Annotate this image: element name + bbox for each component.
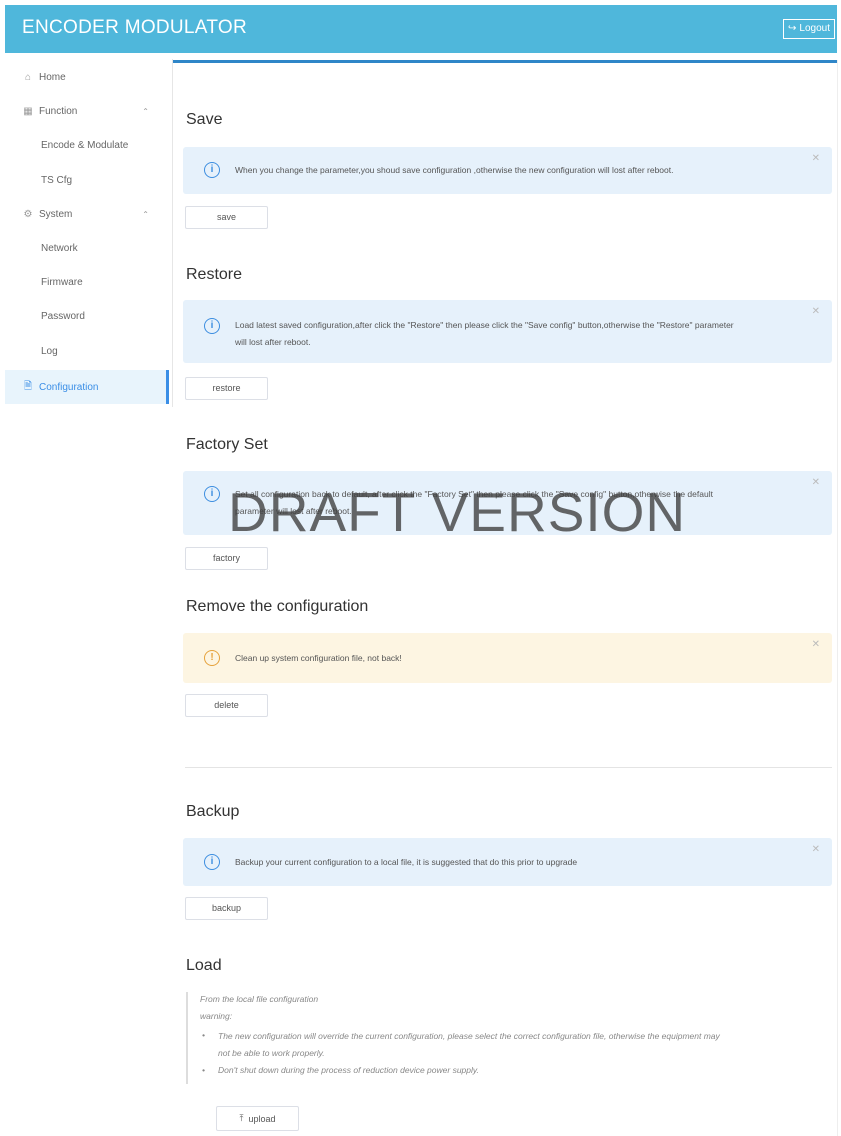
section-title-save: Save (186, 111, 223, 128)
sidebar-item-label: TS Cfg (41, 174, 73, 186)
warning-icon: ! (204, 650, 220, 666)
close-icon[interactable]: ✕ (812, 639, 820, 650)
backup-alert: i Backup your current configuration to a… (183, 838, 832, 886)
upload-icon: ⤒ (239, 1113, 244, 1123)
alert-text: Clean up system configuration file, not … (235, 653, 402, 663)
sidebar-item-label: Configuration (39, 381, 99, 393)
document-icon: 🗎 (23, 380, 33, 392)
remove-alert: ! Clean up system configuration file, no… (183, 633, 832, 683)
section-title-factory: Factory Set (186, 436, 268, 453)
sidebar: ⌂ Home ▦ Function ⌃ Encode & Modulate TS… (5, 59, 173, 407)
sidebar-item-label: Function (39, 105, 78, 117)
home-icon: ⌂ (24, 71, 32, 83)
grid-icon: ▦ (23, 105, 33, 117)
bullet-icon: • (202, 1030, 205, 1040)
chevron-up-icon: ⌃ (142, 209, 149, 219)
section-title-restore: Restore (186, 266, 243, 283)
sidebar-item-label: Password (41, 310, 85, 322)
sidebar-item-label: Firmware (41, 276, 83, 288)
load-line: From the local file configuration (200, 994, 319, 1004)
alert-text-line2: will lost after reboot. (235, 337, 311, 347)
sidebar-item-log[interactable]: Log (5, 334, 167, 368)
load-warning-label: warning: (200, 1011, 233, 1021)
sidebar-item-home[interactable]: ⌂ Home (5, 60, 167, 94)
close-icon[interactable]: ✕ (812, 477, 820, 488)
section-title-load: Load (186, 957, 222, 974)
restore-button[interactable]: restore (185, 377, 268, 400)
restore-alert: i Load latest saved configuration,after … (183, 300, 832, 363)
load-bullet-text: The new configuration will override the … (218, 1031, 720, 1041)
sidebar-item-label: Network (41, 242, 78, 254)
sidebar-item-network[interactable]: Network (5, 231, 167, 265)
info-icon: i (204, 854, 220, 870)
sidebar-item-firmware[interactable]: Firmware (5, 265, 167, 299)
sidebar-item-function[interactable]: ▦ Function ⌃ (5, 94, 167, 128)
alert-text-line2: parameter will lost after reboot. (235, 506, 352, 516)
content-right-border (837, 60, 838, 1136)
alert-text: When you change the parameter,you shoud … (235, 165, 674, 175)
info-icon: i (204, 318, 220, 334)
sidebar-item-ts-cfg[interactable]: TS Cfg (5, 163, 167, 197)
info-icon: i (204, 486, 220, 502)
bullet-icon: • (202, 1065, 205, 1075)
close-icon[interactable]: ✕ (812, 153, 820, 164)
app-header: ENCODER MODULATOR ↪ Logout (5, 5, 837, 53)
sidebar-item-encode-modulate[interactable]: Encode & Modulate (5, 128, 167, 162)
upload-button[interactable]: ⤒ upload (216, 1106, 299, 1131)
load-description: From the local file configuration warnin… (186, 992, 832, 1084)
active-indicator (166, 370, 169, 404)
gear-icon: ⚙ (23, 208, 33, 220)
close-icon[interactable]: ✕ (812, 844, 820, 855)
sidebar-item-label: System (39, 208, 73, 220)
factory-alert: i Set all configuration back to default,… (183, 471, 832, 535)
sidebar-item-system[interactable]: ⚙ System ⌃ (5, 197, 167, 231)
upload-label: upload (248, 1113, 276, 1124)
content-top-border (173, 60, 837, 63)
section-title-backup: Backup (186, 803, 240, 820)
sidebar-item-label: Log (41, 345, 58, 357)
sidebar-item-configuration[interactable]: 🗎 Configuration (5, 370, 167, 404)
close-icon[interactable]: ✕ (812, 306, 820, 317)
load-bullet-text: Don't shut down during the process of re… (218, 1065, 479, 1075)
backup-button[interactable]: backup (185, 897, 268, 920)
save-alert: i When you change the parameter,you shou… (183, 147, 832, 194)
sidebar-item-label: Home (39, 71, 66, 83)
save-button[interactable]: save (185, 206, 268, 229)
logout-icon: ↪ (788, 23, 797, 34)
delete-button[interactable]: delete (185, 694, 268, 717)
logout-button[interactable]: ↪ Logout (783, 19, 835, 39)
sidebar-item-label: Encode & Modulate (41, 139, 129, 151)
logout-label: Logout (799, 23, 830, 34)
load-bullet-text-line2: not be able to work properly. (218, 1048, 325, 1058)
sidebar-item-password[interactable]: Password (5, 299, 167, 333)
info-icon: i (204, 162, 220, 178)
chevron-up-icon: ⌃ (142, 106, 149, 116)
factory-button[interactable]: factory (185, 547, 268, 570)
app-title: ENCODER MODULATOR (22, 17, 248, 38)
section-title-remove: Remove the configuration (186, 598, 369, 615)
alert-text: Backup your current configuration to a l… (235, 857, 578, 867)
divider (185, 767, 832, 768)
